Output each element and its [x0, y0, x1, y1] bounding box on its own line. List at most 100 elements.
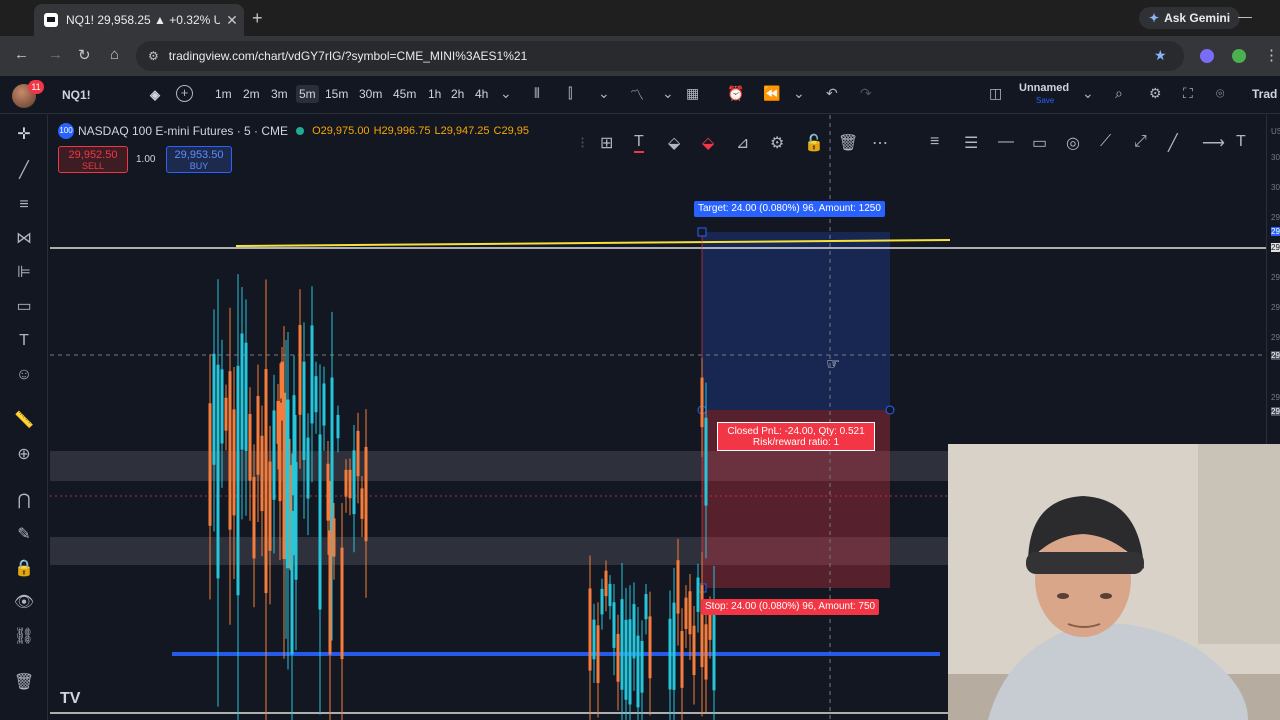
more-options-icon[interactable]: ⋯ [872, 133, 888, 153]
quick-search-icon[interactable]: ⌕ [1115, 85, 1123, 102]
candle-body [340, 547, 344, 660]
text-tool-icon[interactable]: T [12, 329, 36, 353]
candle-body [348, 469, 352, 499]
arrow-line-icon[interactable]: ⟶ [1202, 133, 1225, 153]
interval-5m[interactable]: 5m [296, 85, 319, 103]
tradingview-logo-icon[interactable]: TV [60, 690, 80, 708]
replay-dropdown-icon[interactable]: ⌄ [793, 85, 805, 102]
browser-tab[interactable]: NQ1! 29,958.25 ▲ +0.32% Unn ✕ [34, 4, 244, 36]
trend-icon[interactable]: ╱ [1168, 133, 1178, 153]
add-symbol-icon[interactable]: + [176, 85, 193, 102]
align-icon[interactable]: ≡ [930, 133, 939, 151]
text-icon[interactable]: T [1236, 133, 1246, 151]
interval-3m[interactable]: 3m [271, 87, 288, 101]
fullscreen-icon[interactable]: ⛶ [1183, 85, 1193, 102]
extension-icon-2[interactable] [1232, 49, 1246, 63]
zoom-in-icon[interactable]: ⊕ [12, 443, 36, 467]
settings-icon[interactable]: ⚙ [770, 133, 784, 153]
candle-body [588, 588, 592, 671]
indicators-dropdown-icon[interactable]: ⌄ [662, 85, 674, 102]
trend-line-icon[interactable]: ╱ [12, 159, 36, 183]
text-color-icon[interactable]: T [634, 133, 644, 153]
reload-icon[interactable]: ↻ [78, 46, 91, 64]
snapshot-camera-icon[interactable]: ⌾ [1216, 85, 1224, 102]
crosshair-icon[interactable]: ✛ [12, 123, 36, 147]
back-icon[interactable]: ← [14, 46, 29, 63]
delete-icon[interactable]: 🗑 [838, 133, 858, 153]
lock-icon[interactable]: 🔓 [804, 133, 824, 153]
alert-icon[interactable]: ⏰ [727, 85, 744, 102]
extensions-menu-icon[interactable]: ⋮ [1264, 46, 1279, 64]
interval-dropdown-icon[interactable]: ⌄ [500, 85, 512, 102]
settings-gear-icon[interactable]: ⚙ [1149, 85, 1162, 102]
fib-lines-icon[interactable]: ≡ [12, 193, 36, 217]
layouts-grid-icon[interactable]: ▦ [686, 85, 699, 102]
stop-color-icon[interactable]: ⬙ [702, 133, 714, 153]
candle-body [360, 488, 364, 519]
emoji-icon[interactable]: ☺ [12, 363, 36, 387]
layout-panel-icon[interactable]: ◫ [989, 85, 1002, 102]
pattern-icon[interactable]: ⋈ [12, 227, 36, 251]
interval-45m[interactable]: 45m [393, 87, 416, 101]
interval-1h[interactable]: 1h [428, 87, 441, 101]
lock-drawings-icon[interactable]: 🔒 [12, 557, 36, 581]
lines-icon[interactable]: ☰ [964, 133, 978, 153]
bookmark-star-icon[interactable]: ★ [1154, 47, 1167, 64]
stay-drawing-icon[interactable]: ✎ [12, 523, 36, 547]
url-omnibox[interactable]: ⚙ tradingview.com/chart/vdGY7rIG/?symbol… [136, 41, 1184, 71]
trash-icon[interactable]: 🗑 [12, 671, 36, 695]
candle-style-icon[interactable]: ⫿ [568, 85, 572, 102]
layout-name[interactable]: Unnamed [1019, 83, 1069, 94]
width-handle[interactable] [885, 405, 895, 415]
ask-gemini-button[interactable]: ✦ Ask Gemini [1139, 7, 1241, 29]
symbol-search[interactable]: NQ1! ◈ [58, 83, 164, 107]
ruler-icon[interactable]: 📏 [12, 409, 36, 433]
candle-body [632, 604, 636, 659]
layout-dropdown-icon[interactable]: ⌄ [1082, 85, 1094, 102]
trade-button[interactable]: Trad [1252, 87, 1277, 101]
link-icon[interactable]: ⛓ [12, 625, 36, 649]
interval-4h[interactable]: 4h [475, 87, 488, 101]
buy-button[interactable]: 29,953.50 BUY [166, 146, 232, 173]
symbol-compare-icon[interactable]: ◈ [150, 87, 160, 103]
sell-button[interactable]: 29,952.50 SELL [58, 146, 128, 173]
forward-icon[interactable]: → [48, 46, 63, 63]
templates-icon[interactable]: ⊞ [600, 133, 613, 153]
replay-icon[interactable]: ⏪ [763, 85, 780, 102]
drag-handle-icon[interactable]: ⁝ [580, 133, 585, 153]
rectangle-icon[interactable]: ▭ [1032, 133, 1047, 153]
candle-body [704, 624, 708, 680]
horizontal-line-icon[interactable]: — [998, 133, 1014, 151]
new-tab-icon[interactable]: + [252, 8, 263, 29]
circle-target-icon[interactable]: ◎ [1066, 133, 1080, 153]
forecast-icon[interactable]: ⊫ [12, 261, 36, 285]
chart-type-dropdown-icon[interactable]: ⌄ [598, 85, 610, 102]
target-zone[interactable] [702, 232, 890, 410]
fill-color-icon[interactable]: ⬙ [668, 133, 680, 153]
interval-30m[interactable]: 30m [359, 87, 382, 101]
alert-add-icon[interactable]: ⊿ [736, 133, 749, 153]
window-minimize-icon[interactable]: — [1238, 8, 1252, 24]
interval-2m[interactable]: 2m [243, 87, 260, 101]
home-icon[interactable]: ⌂ [110, 46, 119, 63]
indicators-icon[interactable]: 〽 [630, 85, 644, 105]
interval-15m[interactable]: 15m [325, 87, 348, 101]
undo-icon[interactable]: ↶ [826, 85, 838, 102]
redo-icon[interactable]: ↷ [860, 85, 872, 102]
magnet-icon[interactable]: ⋂ [12, 489, 36, 513]
extension-icon[interactable] [1200, 49, 1214, 63]
axis-label: 30 [1271, 153, 1280, 162]
site-info-icon[interactable]: ⚙ [148, 49, 159, 63]
candle-body [676, 560, 680, 614]
shapes-icon[interactable]: ▭ [12, 295, 36, 319]
extended-line-icon[interactable]: ⤢ [1134, 133, 1147, 151]
hide-drawings-icon[interactable]: 👁 [12, 591, 36, 615]
axis-label: 29 [1271, 213, 1280, 222]
candle-body [236, 365, 240, 596]
ray-icon[interactable]: ⟋ [1100, 133, 1111, 151]
tab-close-icon[interactable]: ✕ [220, 12, 244, 29]
interval-1m[interactable]: 1m [215, 87, 232, 101]
bar-style-icon[interactable]: ⫴ [534, 85, 540, 102]
target-handle[interactable] [697, 227, 707, 237]
interval-2h[interactable]: 2h [451, 87, 464, 101]
